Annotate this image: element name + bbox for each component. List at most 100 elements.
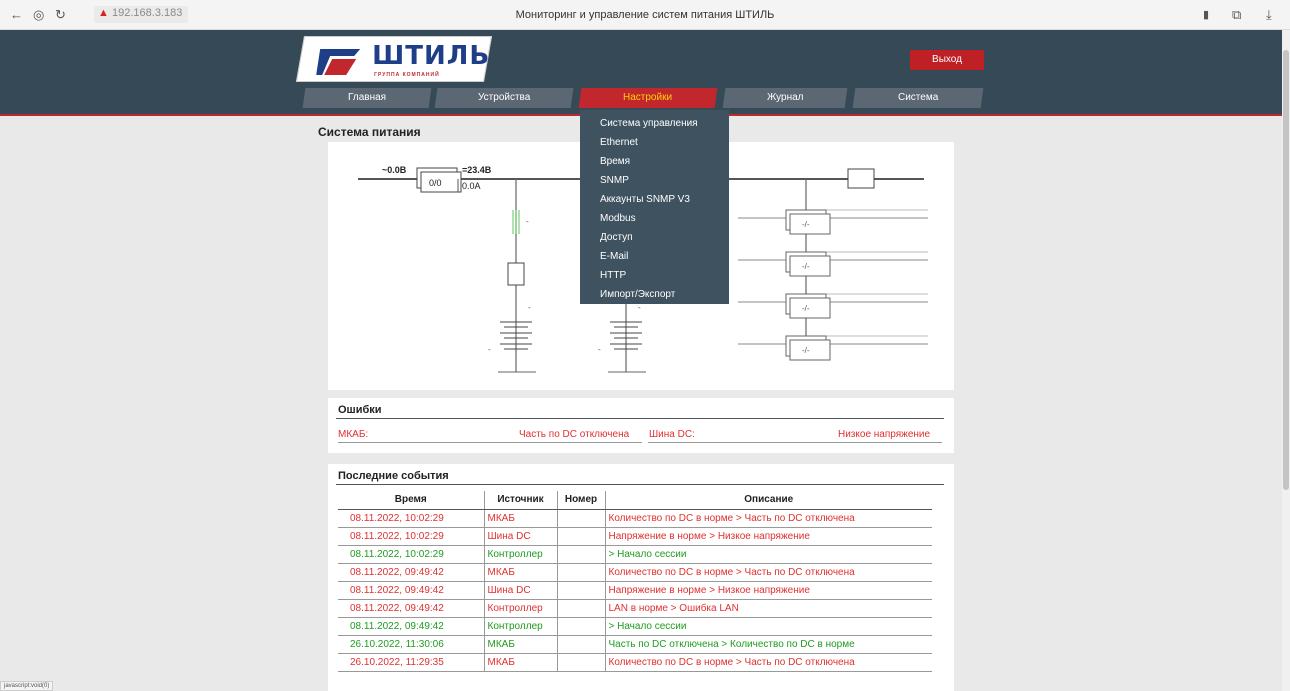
menu-item-9[interactable]: Импорт/Экспорт bbox=[580, 285, 729, 304]
load-breaker-3: -/- bbox=[738, 293, 928, 319]
event-time: 26.10.2022, 11:29:35 bbox=[338, 653, 484, 672]
event-description: Количество по DC в норме > Часть по DC о… bbox=[604, 563, 932, 582]
col-description[interactable]: Описание bbox=[604, 491, 932, 510]
event-source: МКАБ bbox=[483, 563, 557, 582]
logo-mark-icon bbox=[316, 49, 361, 75]
event-description: LAN в норме > Ошибка LAN bbox=[604, 599, 932, 618]
events-divider bbox=[336, 484, 944, 485]
scrollbar-thumb[interactable] bbox=[1283, 50, 1289, 490]
event-time: 08.11.2022, 09:49:42 bbox=[338, 617, 484, 636]
event-description: > Начало сессии bbox=[604, 545, 932, 564]
dc-voltage-label: =23.4В bbox=[462, 165, 492, 175]
event-description: Количество по DC в норме > Часть по DC о… bbox=[604, 509, 932, 528]
logo-name: ШТИЛЬ bbox=[372, 41, 491, 71]
load-breaker-2: -/- bbox=[738, 251, 928, 277]
menu-item-3[interactable]: SNMP bbox=[580, 171, 729, 190]
bookmark-icon[interactable]: ▮ bbox=[1203, 8, 1209, 22]
svg-text:-/-: -/- bbox=[802, 346, 810, 355]
tab-settings[interactable]: Настройки bbox=[578, 88, 718, 108]
event-source: МКАБ bbox=[483, 653, 557, 672]
menu-item-2[interactable]: Время bbox=[580, 152, 729, 171]
page-scrollbar[interactable] bbox=[1282, 30, 1290, 691]
event-description: > Начало сессии bbox=[604, 617, 932, 636]
event-source: Шина DC bbox=[483, 581, 557, 600]
tab-devices[interactable]: Устройства bbox=[434, 88, 574, 108]
page-title: Система питания bbox=[318, 125, 421, 139]
download-icon[interactable]: ⤓ bbox=[1266, 8, 1272, 22]
error-source-1: МКАБ: bbox=[338, 429, 369, 440]
event-description: Напряжение в норме > Низкое напряжение bbox=[604, 527, 932, 546]
event-row: 08.11.2022, 10:02:29 Шина DC Напряжение в … bbox=[338, 527, 932, 546]
svg-text:-/-: -/- bbox=[802, 304, 810, 313]
event-time: 08.11.2022, 10:02:29 bbox=[338, 509, 484, 528]
event-row: 26.10.2022, 11:29:35 МКАБ Количество по DC… bbox=[338, 653, 932, 672]
event-row: 26.10.2022, 11:30:06 МКАБ Часть по DC откл… bbox=[338, 635, 932, 654]
tab-system[interactable]: Система bbox=[852, 88, 984, 108]
error-message-1: Часть по DC отключена bbox=[519, 429, 630, 440]
error-message-2: Низкое напряжение bbox=[838, 429, 931, 440]
menu-item-0[interactable]: Система управления bbox=[580, 114, 729, 133]
status-bar-link: javascript:void(0) bbox=[0, 681, 54, 691]
main-nav: Главная Устройства Настройки Журнал Сист… bbox=[296, 88, 988, 108]
battery-dash-left-1: - bbox=[488, 345, 491, 354]
event-number bbox=[556, 635, 605, 654]
events-header-row: Время Источник Номер Описание bbox=[338, 491, 932, 510]
fuse-block-1 bbox=[507, 262, 525, 286]
event-time: 26.10.2022, 11:30:06 bbox=[338, 635, 484, 654]
menu-item-8[interactable]: HTTP bbox=[580, 266, 729, 285]
event-source: Контроллер bbox=[483, 617, 557, 636]
event-number bbox=[556, 653, 605, 672]
col-number[interactable]: Номер bbox=[556, 491, 605, 510]
event-row: 08.11.2022, 09:49:42 Контроллер > Начало с… bbox=[338, 617, 932, 636]
battery-dash-2: - bbox=[638, 303, 641, 312]
tab-journal[interactable]: Журнал bbox=[722, 88, 848, 108]
events-panel: Последние события Время Источник Номер О… bbox=[328, 464, 954, 691]
svg-text:-/-: -/- bbox=[802, 262, 810, 271]
company-logo[interactable]: ШТИЛЬ ГРУППА КОМПАНИЙ bbox=[295, 36, 493, 82]
events-body: 08.11.2022, 10:02:29 МКАБ Количество по DC… bbox=[338, 509, 932, 672]
menu-item-1[interactable]: Ethernet bbox=[580, 133, 729, 152]
shunt-green-1 bbox=[512, 210, 520, 234]
event-row: 08.11.2022, 10:02:29 МКАБ Количество по DC… bbox=[338, 509, 932, 528]
logo-subtitle: ГРУППА КОМПАНИЙ bbox=[374, 72, 440, 78]
col-source[interactable]: Источник bbox=[483, 491, 557, 510]
menu-item-4[interactable]: Аккаунты SNMP V3 bbox=[580, 190, 729, 209]
reading-mode-icon[interactable]: ⧉ bbox=[1232, 8, 1241, 22]
event-row: 08.11.2022, 09:49:42 Шина DC Напряжение в … bbox=[338, 581, 932, 600]
event-number bbox=[556, 563, 605, 582]
menu-item-7[interactable]: E-Mail bbox=[580, 247, 729, 266]
event-number bbox=[556, 599, 605, 618]
settings-dropdown-menu: Система управления Ethernet Время SNMP Аккау… bbox=[580, 110, 729, 304]
event-description: Количество по DC в норме > Часть по DC о… bbox=[604, 653, 932, 672]
logout-button[interactable]: Выход bbox=[910, 50, 984, 70]
event-description: Часть по DC отключена > Количество по DC… bbox=[604, 635, 932, 654]
event-description: Напряжение в норме > Низкое напряжение bbox=[604, 581, 932, 600]
event-row: 08.11.2022, 09:49:42 Контроллер LAN в норм… bbox=[338, 599, 932, 618]
event-time: 08.11.2022, 10:02:29 bbox=[338, 527, 484, 546]
event-number bbox=[556, 509, 605, 528]
rectifier-count: 0/0 bbox=[429, 178, 442, 188]
event-source: Шина DC bbox=[483, 527, 557, 546]
output-block bbox=[847, 168, 875, 189]
events-title: Последние события bbox=[338, 470, 449, 482]
load-breaker-1: -/- bbox=[738, 209, 928, 235]
event-time: 08.11.2022, 09:49:42 bbox=[338, 563, 484, 582]
battery-dash-1: - bbox=[528, 303, 531, 312]
col-time[interactable]: Время bbox=[338, 491, 484, 510]
tab-main[interactable]: Главная bbox=[302, 88, 432, 108]
event-source: МКАБ bbox=[483, 635, 557, 654]
errors-panel: Ошибки МКАБ: Часть по DC отключена Шина … bbox=[328, 398, 954, 453]
errors-divider bbox=[336, 418, 944, 419]
site-header: ШТИЛЬ ГРУППА КОМПАНИЙ Выход Главная Устр… bbox=[0, 30, 1282, 116]
errors-title: Ошибки bbox=[338, 404, 382, 416]
event-time: 08.11.2022, 09:49:42 bbox=[338, 599, 484, 618]
event-number bbox=[556, 581, 605, 600]
menu-item-6[interactable]: Доступ bbox=[580, 228, 729, 247]
dc-current-label: 0.0А bbox=[462, 181, 481, 191]
event-number bbox=[556, 527, 605, 546]
menu-item-5[interactable]: Modbus bbox=[580, 209, 729, 228]
events-table: Время Источник Номер Описание 08.11.2022… bbox=[338, 491, 932, 672]
event-source: Контроллер bbox=[483, 599, 557, 618]
browser-toolbar: ← ◎ ↻ ▲ 192.168.3.183 Мониторинг и управ… bbox=[0, 0, 1290, 30]
load-breaker-4: -/- bbox=[738, 335, 928, 361]
